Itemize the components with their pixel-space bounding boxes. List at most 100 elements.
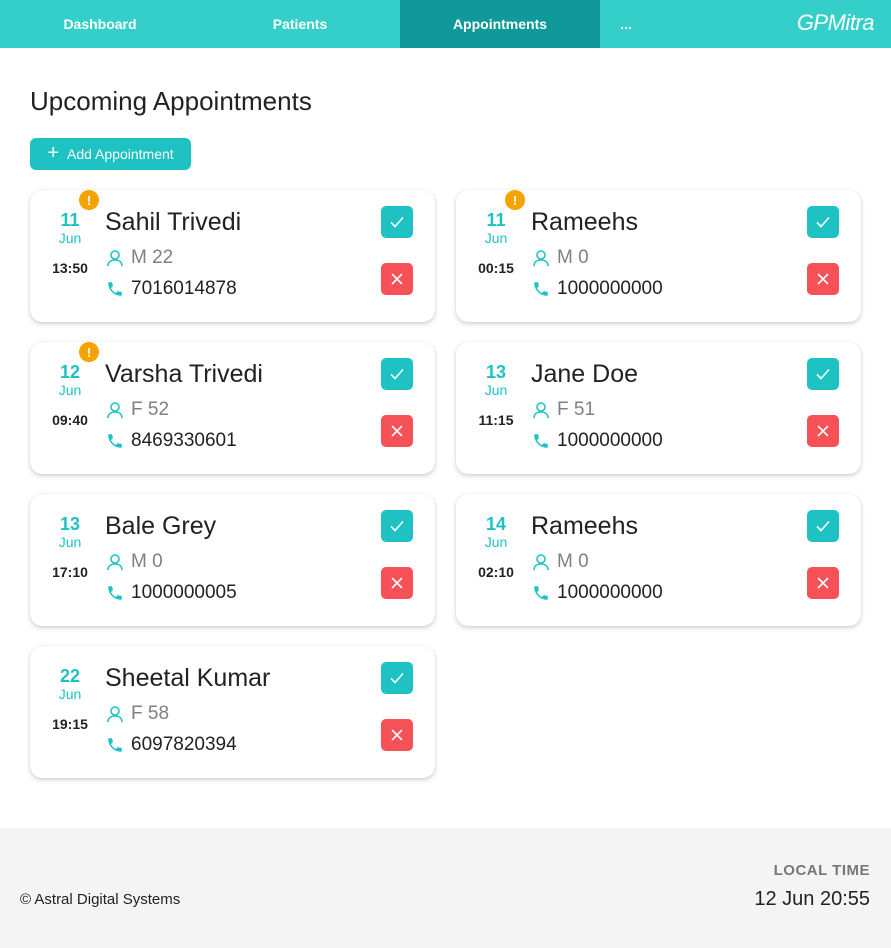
appointment-day: 11 xyxy=(486,210,506,230)
phone-icon xyxy=(105,583,125,603)
appointment-month: Jun xyxy=(58,686,82,702)
cancel-button[interactable] xyxy=(381,263,413,295)
nav-appointments[interactable]: Appointments xyxy=(400,0,600,48)
appointment-day: 11 xyxy=(60,210,80,230)
appointment-date: 14 Jun xyxy=(466,514,526,550)
appointment-date: 13 Jun xyxy=(466,362,526,398)
cancel-button[interactable] xyxy=(807,567,839,599)
appointment-time: 17:10 xyxy=(52,564,88,580)
appointment-time: 19:15 xyxy=(52,716,88,732)
patient-phone: 7016014878 xyxy=(105,278,237,300)
appointment-month: Jun xyxy=(484,382,508,398)
patient-phone-number: 1000000005 xyxy=(131,582,237,603)
patient-gender-age: M 0 xyxy=(557,247,589,268)
appointment-time: 02:10 xyxy=(478,564,514,580)
appointment-date: 12 Jun xyxy=(40,362,100,398)
add-appointment-label: Add Appointment xyxy=(67,146,174,162)
brand-logo: GPMitra xyxy=(796,10,875,35)
nav-patients[interactable]: Patients xyxy=(200,0,400,48)
confirm-button[interactable] xyxy=(807,510,839,542)
phone-icon xyxy=(531,431,551,451)
patient-phone: 1000000000 xyxy=(531,278,663,300)
phone-icon xyxy=(531,279,551,299)
user-icon xyxy=(105,704,125,724)
patient-name[interactable]: Bale Grey xyxy=(105,512,216,541)
patient-name[interactable]: Jane Doe xyxy=(531,360,638,389)
user-icon xyxy=(105,552,125,572)
appointment-day: 13 xyxy=(485,362,507,382)
appointment-card: 13 Jun 17:10 Bale Grey M 0 1000000005 xyxy=(30,494,435,626)
appointment-card: 22 Jun 19:15 Sheetal Kumar F 58 60978203… xyxy=(30,646,435,778)
appointment-date: 13 Jun xyxy=(40,514,100,550)
appointment-card: ! 12 Jun 09:40 Varsha Trivedi F 52 84693… xyxy=(30,342,435,474)
cancel-button[interactable] xyxy=(381,567,413,599)
patient-name[interactable]: Sheetal Kumar xyxy=(105,664,270,693)
appointment-list: ! 11 Jun 13:50 Sahil Trivedi M 22 701601… xyxy=(30,190,861,778)
appointment-day: 14 xyxy=(485,514,507,534)
patient-phone: 6097820394 xyxy=(105,734,237,756)
patient-gender-age: F 58 xyxy=(131,703,170,724)
cancel-button[interactable] xyxy=(381,415,413,447)
warning-icon: ! xyxy=(79,342,99,362)
phone-icon xyxy=(105,735,125,755)
appointment-month: Jun xyxy=(58,382,82,398)
patient-gender-age: M 0 xyxy=(131,551,163,572)
confirm-button[interactable] xyxy=(381,206,413,238)
appointment-card: ! 11 Jun 13:50 Sahil Trivedi M 22 701601… xyxy=(30,190,435,322)
appointment-card: ! 11 Jun 00:15 Rameehs M 0 1000000000 xyxy=(456,190,861,322)
patient-name[interactable]: Rameehs xyxy=(531,208,638,237)
appointment-time: 13:50 xyxy=(52,260,88,276)
user-icon xyxy=(105,400,125,420)
patient-info: F 51 xyxy=(531,399,595,421)
appointment-time: 00:15 xyxy=(478,260,514,276)
confirm-button[interactable] xyxy=(807,358,839,390)
add-appointment-button[interactable]: + Add Appointment xyxy=(30,138,191,170)
phone-icon xyxy=(531,583,551,603)
footer: © Astral Digital Systems LOCAL TIME 12 J… xyxy=(0,828,891,948)
patient-name[interactable]: Sahil Trivedi xyxy=(105,208,241,237)
confirm-button[interactable] xyxy=(381,358,413,390)
confirm-button[interactable] xyxy=(381,662,413,694)
appointment-month: Jun xyxy=(58,230,82,246)
patient-phone: 1000000000 xyxy=(531,582,663,604)
patient-phone-number: 1000000000 xyxy=(557,430,663,451)
user-icon xyxy=(531,248,551,268)
patient-gender-age: F 51 xyxy=(557,399,596,420)
nav-more[interactable]: ... xyxy=(600,0,652,48)
patient-info: M 0 xyxy=(531,551,589,573)
phone-icon xyxy=(105,279,125,299)
appointment-month: Jun xyxy=(484,230,508,246)
patient-name[interactable]: Rameehs xyxy=(531,512,638,541)
nav-dashboard[interactable]: Dashboard xyxy=(0,0,200,48)
warning-icon: ! xyxy=(79,190,99,210)
appointment-date: 11 Jun xyxy=(466,210,526,246)
patient-info: F 58 xyxy=(105,703,169,725)
appointment-month: Jun xyxy=(58,534,82,550)
confirm-button[interactable] xyxy=(381,510,413,542)
plus-icon: + xyxy=(47,142,60,164)
appointment-time: 09:40 xyxy=(52,412,88,428)
patient-name[interactable]: Varsha Trivedi xyxy=(105,360,263,389)
local-time-label: LOCAL TIME xyxy=(773,862,870,879)
patient-phone-number: 6097820394 xyxy=(131,734,237,755)
patient-gender-age: M 0 xyxy=(557,551,589,572)
appointment-card: 14 Jun 02:10 Rameehs M 0 1000000000 xyxy=(456,494,861,626)
patient-phone-number: 1000000000 xyxy=(557,582,663,603)
appointment-month: Jun xyxy=(484,534,508,550)
appointment-day: 13 xyxy=(59,514,81,534)
top-navbar: Dashboard Patients Appointments ... GPMi… xyxy=(0,0,891,48)
warning-icon: ! xyxy=(505,190,525,210)
patient-gender-age: F 52 xyxy=(131,399,170,420)
patient-phone-number: 7016014878 xyxy=(131,278,237,299)
appointment-day: 12 xyxy=(59,362,81,382)
cancel-button[interactable] xyxy=(807,415,839,447)
patient-phone: 1000000005 xyxy=(105,582,237,604)
user-icon xyxy=(531,552,551,572)
patient-info: M 0 xyxy=(531,247,589,269)
cancel-button[interactable] xyxy=(381,719,413,751)
local-time-value: 12 Jun 20:55 xyxy=(754,888,870,910)
confirm-button[interactable] xyxy=(807,206,839,238)
user-icon xyxy=(531,400,551,420)
cancel-button[interactable] xyxy=(807,263,839,295)
phone-icon xyxy=(105,431,125,451)
